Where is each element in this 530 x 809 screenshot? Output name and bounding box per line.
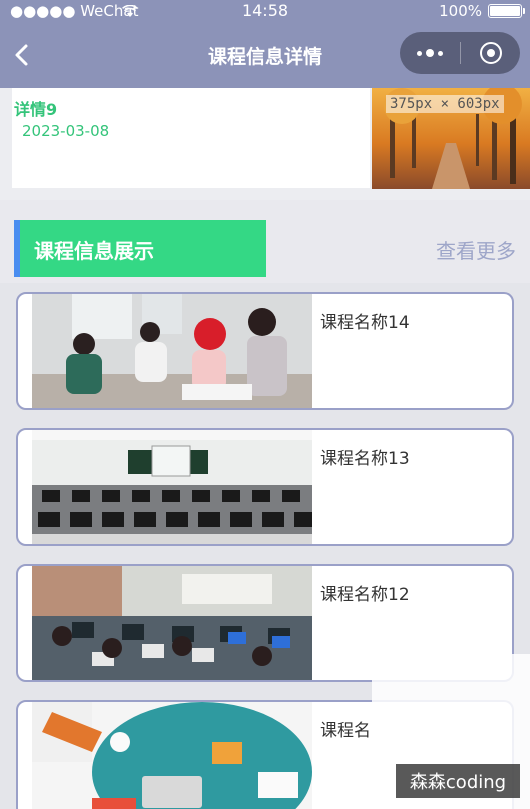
target-icon (479, 42, 502, 64)
view-more-link[interactable]: 查看更多 (436, 235, 516, 264)
close-program-button[interactable] (461, 32, 520, 74)
course-name: 课程名称14 (320, 313, 410, 333)
course-image (32, 702, 312, 809)
nav-bar: 课程信息详情 (0, 24, 530, 88)
battery-indicator: 100% (439, 2, 525, 20)
battery-icon (488, 4, 525, 18)
detail-date: 2023-03-08 (22, 122, 110, 140)
section-header: 课程信息展示 (14, 220, 266, 277)
course-name: 课程名 (320, 721, 371, 741)
course-name: 课程名称12 (320, 585, 410, 605)
course-image (32, 566, 312, 680)
detail-title: 详情9 (14, 100, 58, 119)
mini-program-capsule (400, 32, 520, 74)
course-card[interactable]: 课程名称14 (16, 292, 514, 410)
status-bar: ●●●●● WeChat 14:58 100% (0, 0, 530, 24)
more-menu-icon[interactable] (400, 32, 460, 74)
course-name: 课程名称13 (320, 449, 410, 469)
course-image (32, 430, 312, 544)
course-image (32, 294, 312, 408)
battery-percent: 100% (439, 2, 482, 20)
section-title: 课程信息展示 (34, 239, 154, 263)
size-tooltip: 375px × 603px (386, 95, 504, 113)
course-card[interactable]: 课程名称13 (16, 428, 514, 546)
watermark: 森森coding (396, 764, 520, 798)
